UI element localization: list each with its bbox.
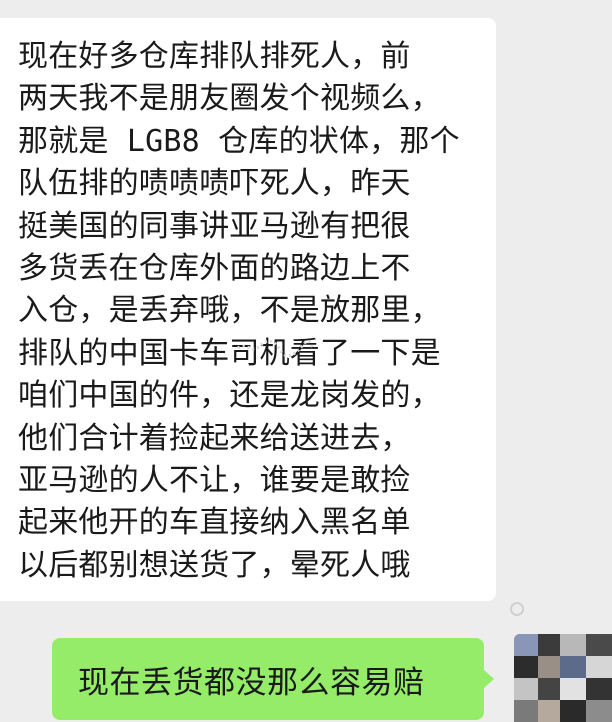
incoming-message-line: 以后都别想送货了，晕死人哦: [18, 547, 411, 583]
incoming-message-line: 起来他开的车直接纳入黑名单: [18, 505, 411, 541]
incoming-message-bubble[interactable]: 现在好多仓库排队排死人，前 两天我不是朋友圈发个视频么， 那就是 LGB8 仓库…: [0, 18, 496, 601]
incoming-message-line: 那就是 LGB8 仓库的状体，那个: [18, 123, 460, 159]
incoming-message-line: 入仓，是丢弃哦，不是放那里，: [18, 293, 441, 329]
scribble-mark-icon: [237, 339, 316, 358]
incoming-message-line: 他们合计着捡起来给送进去，: [18, 420, 411, 456]
outgoing-bubble-tail: [484, 670, 494, 688]
loading-ring-icon: [510, 602, 524, 616]
avatar-image-icon: [514, 634, 612, 722]
incoming-message-line: 亚马逊的人不让，谁要是敢捡: [18, 463, 411, 499]
outgoing-message-bubble[interactable]: 现在丢货都没那么容易赔: [52, 638, 484, 720]
incoming-message-line: 队伍排的啧啧啧吓死人，昨天: [18, 166, 411, 202]
outgoing-message-text: 现在丢货都没那么容易赔: [78, 664, 425, 701]
incoming-message-line: 排队的中国卡车司机看了一下是: [18, 335, 441, 371]
incoming-message-line: 挺美国的同事讲亚马逊有把很: [18, 208, 411, 244]
incoming-message-line: 多货丢在仓库外面的路边上不: [18, 251, 411, 287]
incoming-message-line: 咱们中国的件，还是龙岗发的，: [18, 378, 441, 414]
avatar[interactable]: [514, 634, 612, 722]
incoming-message-text: 现在好多仓库排队排死人，前 两天我不是朋友圈发个视频么， 那就是 LGB8 仓库…: [18, 36, 482, 587]
incoming-message-line: 两天我不是朋友圈发个视频么，: [18, 81, 441, 117]
incoming-message-line: 现在好多仓库排队排死人，前: [18, 39, 411, 74]
chat-view: 现在好多仓库排队排死人，前 两天我不是朋友圈发个视频么， 那就是 LGB8 仓库…: [0, 0, 612, 722]
